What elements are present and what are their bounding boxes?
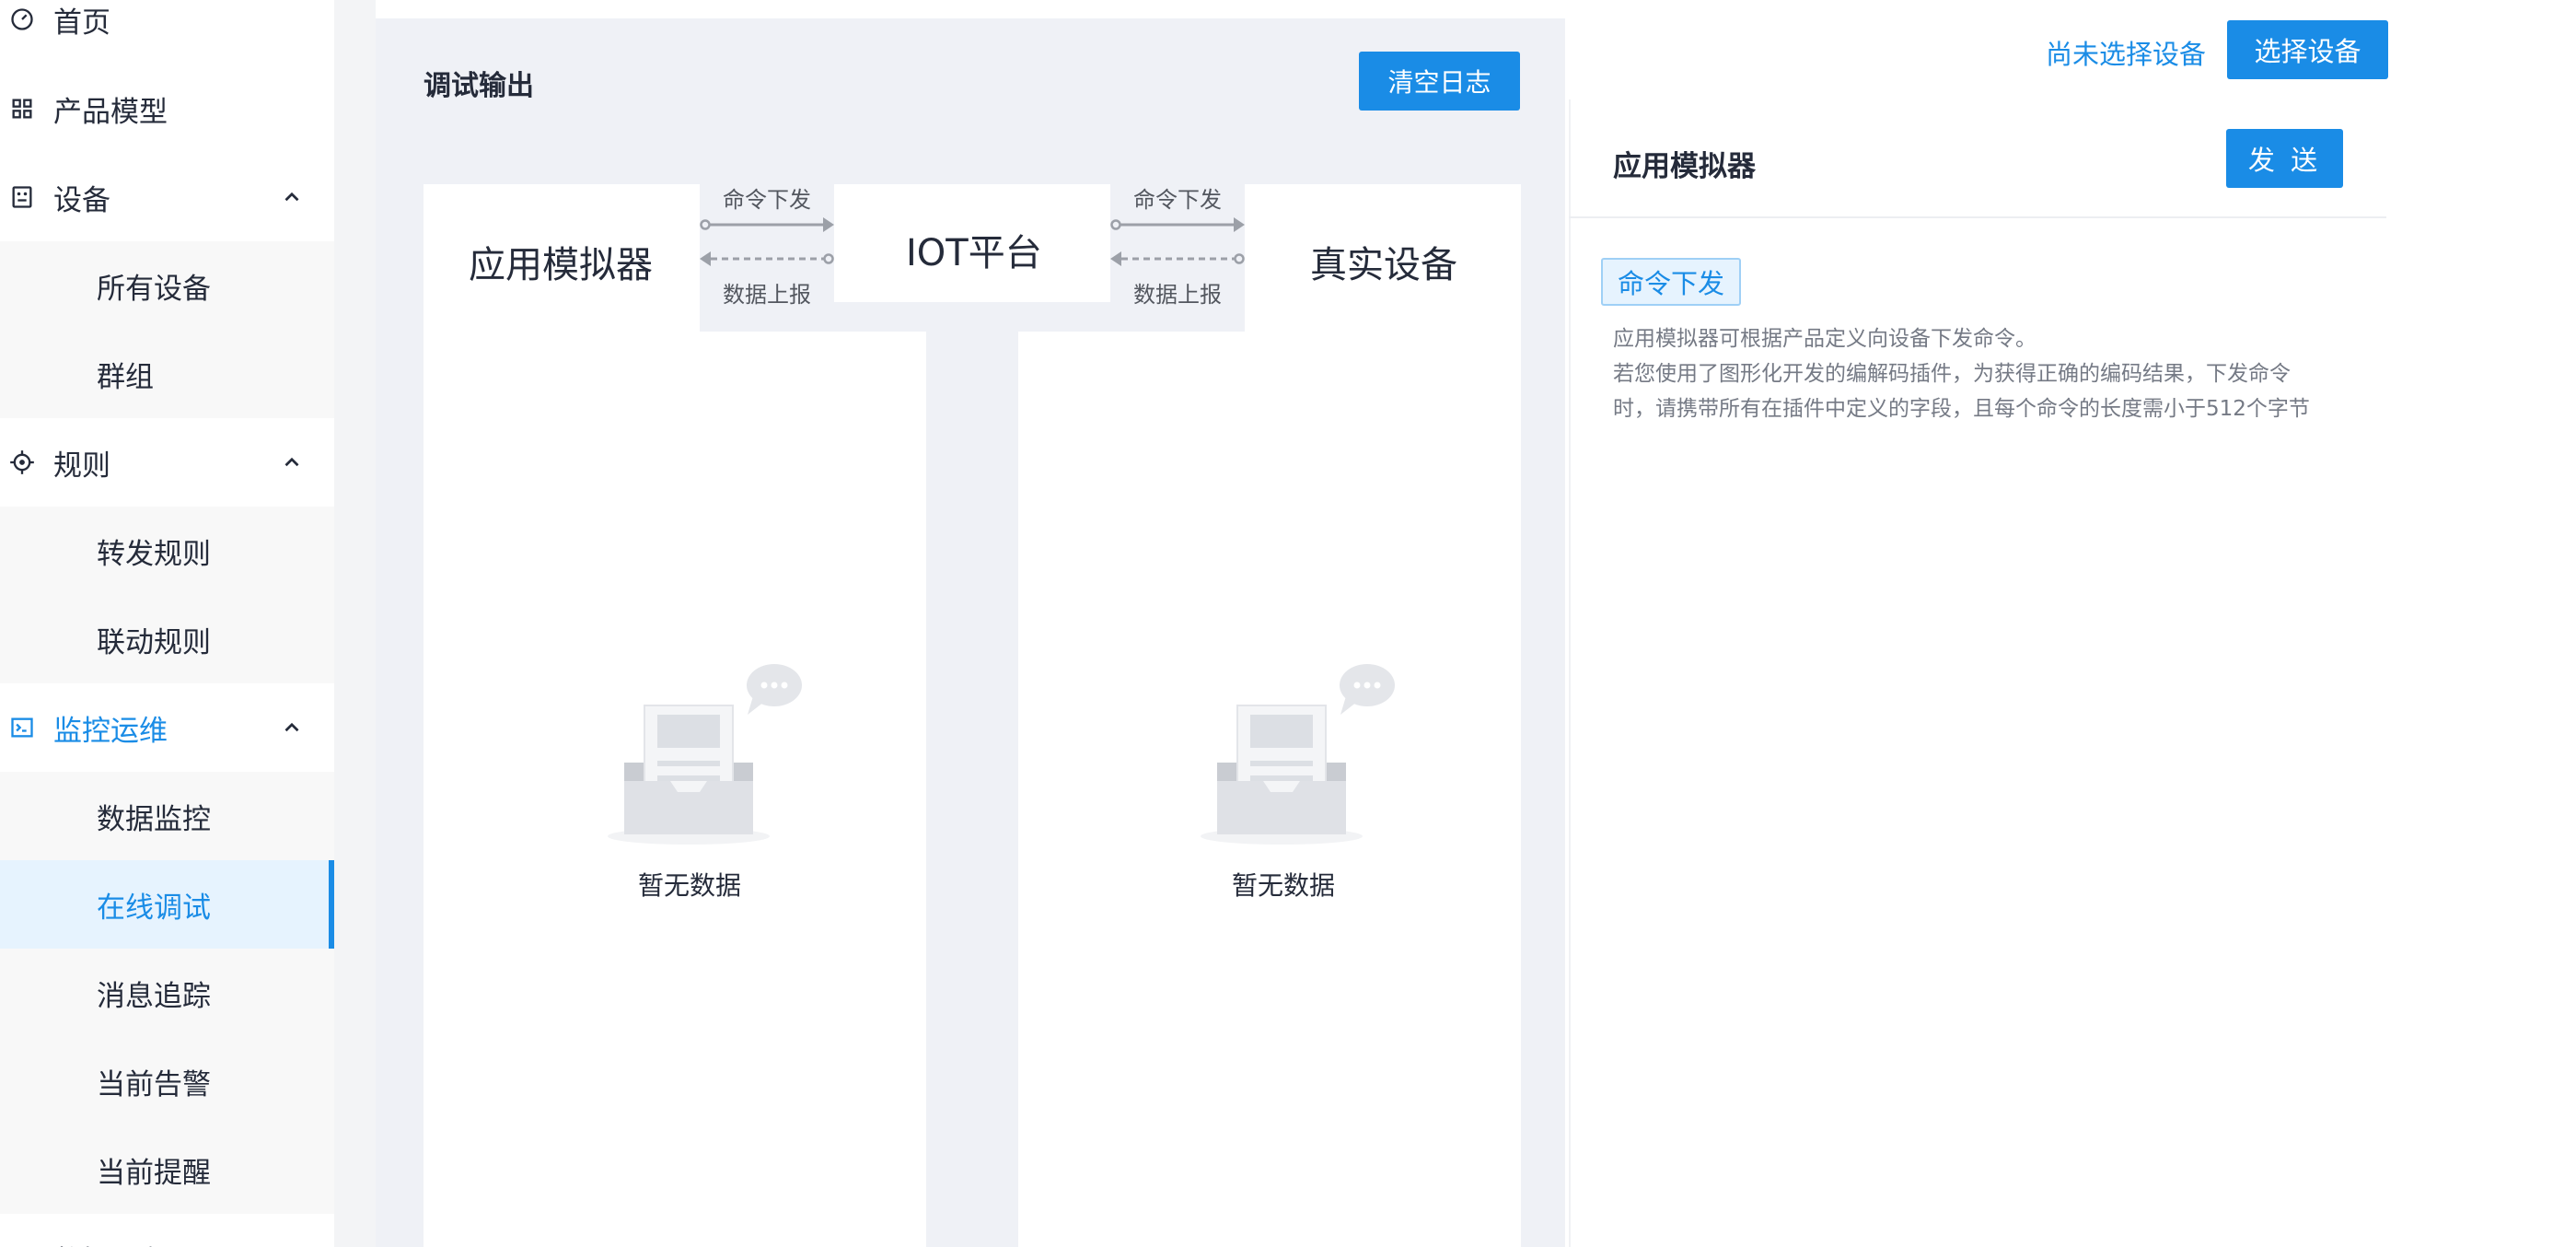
sidebar-item-label: 当前告警	[97, 1067, 211, 1101]
no-device-selected-link[interactable]: 尚未选择设备	[2046, 33, 2206, 72]
sidebar-item-linkage-rules[interactable]: 联动规则	[0, 595, 334, 683]
debug-output-title: 调试输出	[424, 70, 534, 102]
sidebar-item-home[interactable]: 首页	[0, 0, 334, 64]
simulator-description: 若您使用了图形化开发的编解码插件，为获得正确的编码结果，下发命令	[1613, 362, 2291, 386]
sidebar-item-label: 数据监控	[97, 802, 211, 836]
select-device-button[interactable]: 选择设备	[2227, 20, 2388, 79]
simulator-description: 时，请携带所有在插件中定义的字段，且每个命令的长度需小于512个字节	[1613, 397, 2310, 421]
sidebar-item-label: 联动规则	[97, 625, 211, 659]
sidebar-item-label: 产品模型	[53, 95, 168, 129]
sidebar-item-label: 在线调试	[97, 891, 211, 925]
sidebar-item-label: 监控运维	[53, 714, 168, 748]
iot-platform-label: IOT平台	[906, 232, 1042, 274]
empty-inbox-icon	[1201, 664, 1395, 845]
sidebar-item-current-alarms[interactable]: 当前告警	[0, 1037, 334, 1125]
divider	[1569, 216, 2386, 218]
sidebar-item-all-devices[interactable]: 所有设备	[0, 241, 334, 330]
sidebar-item-forward-rules[interactable]: 转发规则	[0, 507, 334, 595]
sidebar-item-label: 数据服务	[53, 1238, 168, 1247]
sidebar-item-online-debug[interactable]: 在线调试	[0, 860, 334, 949]
sidebar-item-data-monitoring[interactable]: 数据监控	[0, 772, 334, 860]
clear-log-button[interactable]: 清空日志	[1359, 52, 1520, 111]
sidebar-item-monitoring[interactable]: 监控运维	[0, 683, 334, 772]
empty-state	[1199, 661, 1398, 849]
terminal-icon	[11, 717, 33, 738]
sidebar-item-current-reminders[interactable]: 当前提醒	[0, 1125, 334, 1214]
content-gutter	[334, 0, 376, 1247]
chevron-up-icon	[284, 457, 299, 467]
sidebar-item-label: 当前提醒	[97, 1156, 211, 1190]
real-device-label: 真实设备	[1310, 244, 1457, 286]
empty-inbox-icon	[608, 664, 802, 845]
grid-icon	[12, 99, 32, 119]
chevron-up-icon	[284, 192, 299, 202]
sidebar-item-label: 规则	[53, 449, 110, 483]
empty-state-text: 暂无数据	[1232, 870, 1336, 901]
sidebar-item-groups[interactable]: 群组	[0, 330, 334, 418]
sidebar-item-devices[interactable]: 设备	[0, 153, 334, 241]
sidebar-item-product-model[interactable]: 产品模型	[0, 64, 334, 153]
sidebar-item-label: 设备	[53, 183, 110, 217]
data-up-label: 数据上报	[1133, 282, 1222, 308]
sidebar-item-label: 转发规则	[97, 537, 211, 571]
target-icon	[10, 450, 34, 474]
cmd-down-label: 命令下发	[1133, 187, 1222, 213]
sidebar-item-data-service[interactable]: 数据服务	[0, 1214, 334, 1247]
cmd-down-label: 命令下发	[723, 187, 811, 213]
empty-state-text: 暂无数据	[638, 870, 742, 901]
command-down-tab[interactable]: 命令下发	[1601, 258, 1741, 306]
sidebar-item-rules[interactable]: 规则	[0, 418, 334, 507]
dashboard-icon	[11, 8, 33, 30]
sidebar-item-label: 首页	[53, 6, 110, 40]
device-icon	[12, 186, 32, 208]
chevron-up-icon	[284, 722, 299, 732]
sidebar: 首页 产品模型 设备 所有设备 群组 规则 转发规则 联动规则 监控运维 数据监…	[0, 0, 334, 1247]
app-simulator-label: 应用模拟器	[469, 244, 653, 286]
sidebar-item-message-trace[interactable]: 消息追踪	[0, 949, 334, 1037]
simulator-description: 应用模拟器可根据产品定义向设备下发命令。	[1613, 327, 2036, 351]
data-up-label: 数据上报	[723, 282, 811, 308]
sidebar-item-label: 所有设备	[97, 272, 211, 306]
send-button[interactable]: 发 送	[2226, 129, 2343, 188]
sidebar-item-label: 群组	[97, 360, 154, 394]
sidebar-item-label: 消息追踪	[97, 979, 211, 1013]
empty-state	[606, 661, 805, 849]
app-simulator-title: 应用模拟器	[1613, 150, 1756, 183]
